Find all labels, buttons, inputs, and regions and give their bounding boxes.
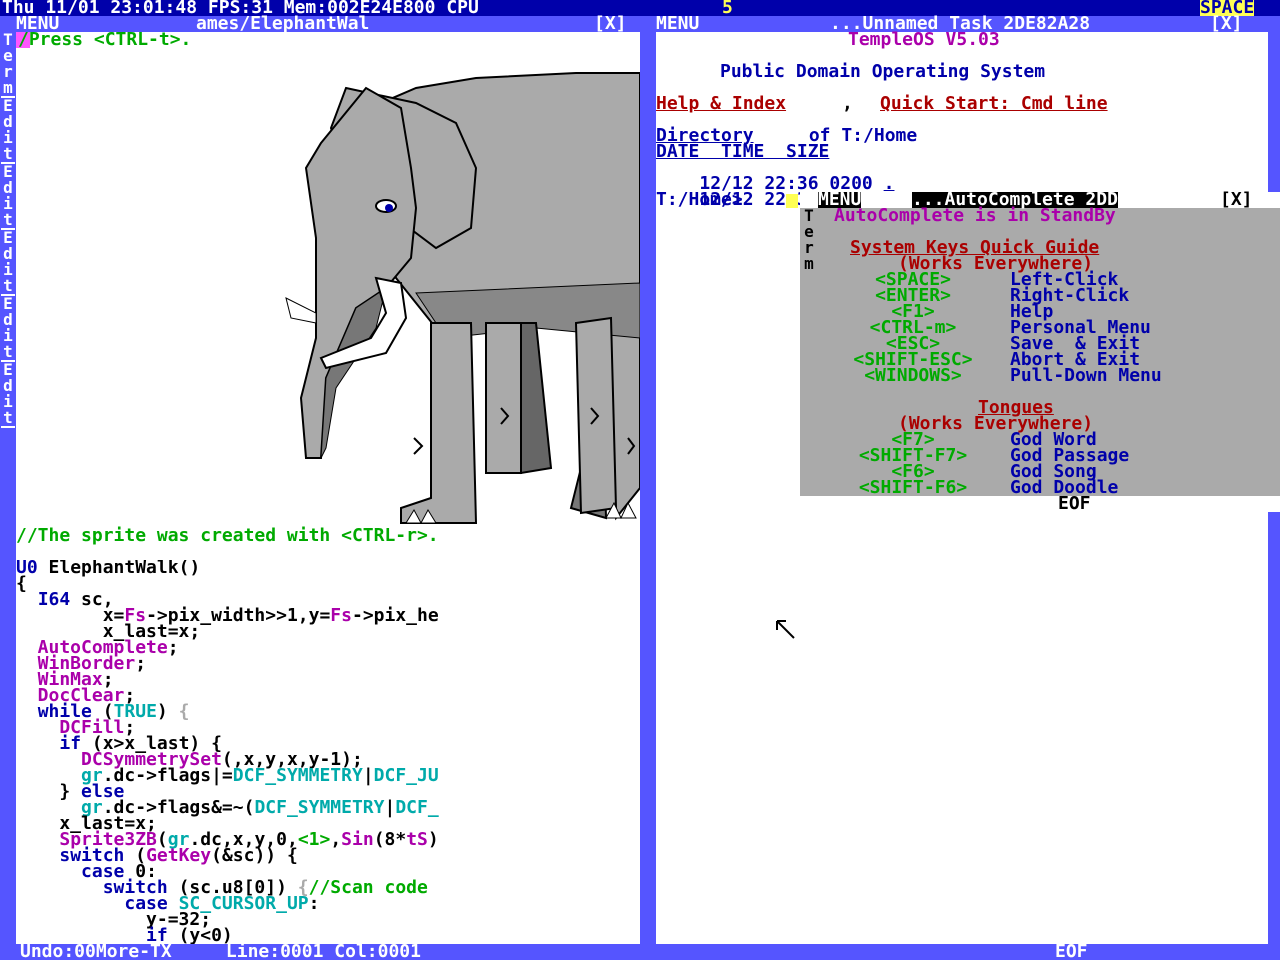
shortcut-key: <WINDOWS> — [864, 365, 962, 386]
os-subtitle: Public Domain Operating System — [720, 61, 1046, 82]
autocomplete-window[interactable]: MENU ...AutoComplete 2DD [X] EOF Term Au… — [800, 191, 1280, 514]
autocomplete-bottom-bar — [800, 496, 1280, 512]
hint-comment: /Press <CTRL-t>. — [18, 29, 192, 50]
left-close-button[interactable]: [X] — [594, 15, 627, 33]
left-window-right-border — [640, 32, 650, 960]
left-status-bar: Undo:00More-TX Line:0001 Col:0001 — [20, 941, 421, 962]
side-tab-char: t — [3, 276, 13, 295]
left-side-tabs[interactable]: TermEditEditEditEditEdit — [1, 32, 15, 428]
quick-start-link[interactable]: Quick Start: Cmd line — [880, 95, 1108, 113]
side-tab-char: m — [3, 78, 13, 97]
side-tab-edit[interactable]: Edit — [1, 230, 15, 296]
right-menu-button[interactable]: MENU — [656, 15, 699, 33]
mouse-pointer-icon — [776, 620, 795, 639]
side-tab-char: t — [3, 342, 13, 361]
dir-header: DATE TIME SIZE — [656, 141, 830, 162]
sprite-comment: //The sprite was created with <CTRL-r>. — [16, 525, 439, 546]
link-separator: , — [842, 93, 853, 114]
elephant-sprite — [285, 72, 640, 525]
code-line: U0 ElephantWalk() — [16, 560, 201, 578]
cpu-count: 5 — [722, 0, 733, 18]
autocomplete-close-button[interactable]: [X] — [1220, 191, 1253, 209]
side-tab-edit[interactable]: Edit — [1, 98, 15, 164]
shortcut-key: <SHIFT-F6> — [858, 477, 968, 498]
dir-row[interactable]: 12/12 22:36 0200 . — [656, 160, 894, 193]
shortcut-action: Pull-Down Menu — [1010, 365, 1162, 386]
side-tab-term[interactable]: Term — [1, 32, 15, 98]
autocomplete-eof: EOF — [1058, 493, 1091, 514]
side-tab-char: t — [3, 408, 13, 427]
shortcut-action: God Doodle — [1010, 477, 1119, 498]
side-tab-char: t — [3, 144, 13, 163]
autocomplete-side-tab[interactable]: Term — [802, 208, 816, 272]
text-cursor — [786, 194, 798, 208]
command-prompt[interactable]: T:/Home> — [656, 191, 743, 209]
side-tab-char: m — [804, 254, 814, 273]
side-tab-edit[interactable]: Edit — [1, 296, 15, 362]
code-editor[interactable]: U0 ElephantWalk() { I64 sc, x=Fs->pix_wi… — [16, 560, 640, 944]
os-title: TempleOS V5.03 — [848, 29, 1000, 50]
side-tab-char: t — [3, 210, 13, 229]
right-window-bottom-bar — [650, 944, 1280, 960]
left-window-title: ames/ElephantWal — [196, 13, 370, 34]
side-tab-edit[interactable]: Edit — [1, 362, 15, 428]
right-close-button[interactable]: [X] — [1210, 15, 1243, 33]
right-eof-label: EOF — [1055, 941, 1088, 962]
left-window[interactable]: MENU ames/ElephantWal [X] TermEditEditEd… — [0, 13, 650, 962]
side-tab-edit[interactable]: Edit — [1, 164, 15, 230]
autocomplete-standby: AutoComplete is in StandBy — [834, 205, 1116, 226]
help-index-link[interactable]: Help & Index — [656, 95, 786, 113]
